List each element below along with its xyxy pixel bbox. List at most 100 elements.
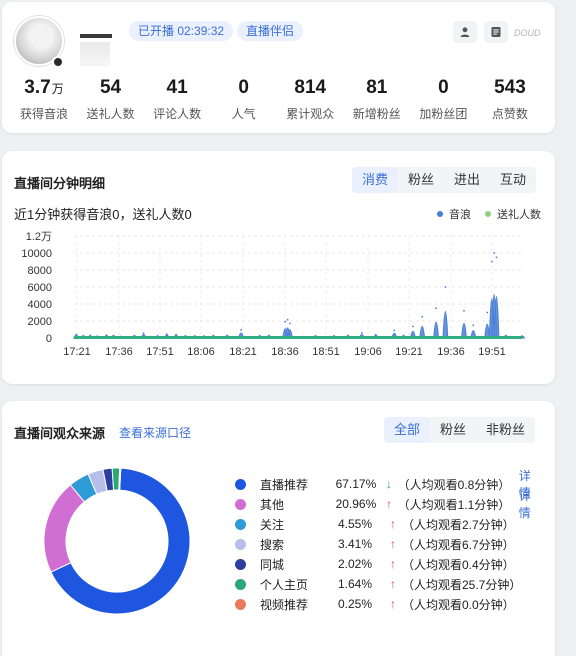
- series-yinlang-point: [75, 333, 78, 336]
- source-row[interactable]: 个人主页 1.64% ↑ （人均观看25.7分钟）: [232, 574, 542, 594]
- stat-label: 点赞数: [491, 107, 528, 121]
- source-color-dot: [235, 598, 246, 610]
- series-yinlang-point: [444, 286, 447, 288]
- source-name: 个人主页: [260, 577, 309, 592]
- stat-number: 0: [438, 77, 449, 98]
- source-tab[interactable]: 非粉丝: [476, 417, 535, 443]
- live-stats-row: 3.7万 获得音浪 54 送礼人数 41 评论人数 0 人气 814 累计观众 81 新增粉丝 0 加粉丝…: [12, 76, 542, 122]
- series-yinlang-point: [374, 333, 377, 336]
- source-color-dot: [235, 558, 246, 570]
- legend-item[interactable]: 音浪: [437, 206, 471, 222]
- series-yinlang-point: [493, 252, 495, 254]
- x-tick-label: 17:36: [105, 346, 133, 358]
- audience-source-list: 直播推荐 67.17% ↓ （人均观看0.8分钟） 详情 其他 20.96% ↑ （人均观看1.…: [232, 469, 542, 614]
- source-name: 同城: [260, 557, 285, 572]
- series-yinlang-point: [490, 260, 493, 263]
- arrow-up-icon: ↑: [390, 597, 396, 611]
- series-yinlang-point: [472, 324, 475, 327]
- x-tick-label: 18:51: [312, 346, 340, 358]
- stat-unit: 万: [51, 82, 64, 96]
- stat-item: 41 评论人数: [145, 76, 209, 122]
- source-name: 其他: [260, 497, 285, 512]
- y-tick-label: 8000: [28, 265, 52, 277]
- audience-source-title: 直播间观众来源: [14, 426, 106, 441]
- douyin-logo-icon[interactable]: DOUD: [514, 21, 542, 43]
- stat-number: 41: [166, 77, 188, 98]
- series-yinlang-point: [412, 325, 414, 328]
- source-percent: 3.41%: [338, 537, 373, 551]
- stat-number: 81: [366, 77, 388, 98]
- series-yinlang-point: [240, 329, 243, 331]
- y-tick-label: 10000: [21, 248, 52, 260]
- legend-dot: [437, 211, 443, 217]
- stat-label: 累计观众: [286, 107, 335, 121]
- source-avg-watch: （人均观看0.0分钟）: [402, 597, 515, 612]
- legend-label: 音浪: [449, 209, 471, 221]
- minute-tab[interactable]: 粉丝: [398, 167, 444, 193]
- stat-number: 54: [99, 77, 122, 98]
- source-row[interactable]: 其他 20.96% ↑ （人均观看1.1分钟） 详情: [232, 489, 542, 520]
- source-tab[interactable]: 粉丝: [430, 417, 476, 443]
- minute-tab[interactable]: 消费: [352, 167, 399, 193]
- series-yinlang-area: [73, 294, 526, 339]
- source-name: 搜索: [260, 537, 285, 552]
- arrow-up-icon: ↑: [385, 497, 392, 511]
- y-tick-label: 0: [46, 333, 52, 345]
- stat-number: 814: [294, 77, 327, 98]
- stat-label: 新增粉丝: [352, 107, 401, 121]
- series-yinlang-point: [142, 332, 145, 335]
- stat-number: 543: [494, 77, 526, 98]
- arrow-up-icon: ↑: [390, 537, 396, 551]
- source-percent: 0.25%: [338, 597, 373, 611]
- audience-source-donut: [43, 467, 191, 615]
- x-tick-label: 19:21: [395, 346, 423, 358]
- minute-tab[interactable]: 进出: [444, 167, 490, 193]
- source-color-dot: [235, 518, 246, 530]
- y-tick-label: 1.2万: [26, 231, 52, 243]
- stat-value: 814: [278, 76, 342, 100]
- source-name: 关注: [260, 517, 285, 532]
- live-partner-badge: 直播伴侣: [237, 21, 304, 41]
- source-tab[interactable]: 全部: [384, 417, 431, 443]
- source-row[interactable]: 关注 4.55% ↑ （人均观看2.7分钟）: [232, 514, 542, 534]
- source-row[interactable]: 同城 2.02% ↑ （人均观看0.4分钟）: [232, 554, 542, 574]
- source-avg-watch: （人均观看25.7分钟）: [402, 577, 522, 592]
- source-color-dot: [235, 578, 246, 590]
- source-row[interactable]: 视频推荐 0.25% ↑ （人均观看0.0分钟）: [232, 594, 542, 614]
- douyin-logo-text: DOUD: [514, 28, 541, 38]
- stat-value: 81: [345, 76, 409, 100]
- x-tick-label: 18:06: [187, 346, 215, 358]
- audience-source-card: 直播间观众来源 查看来源口径 全部 粉丝 非粉丝 直播推荐 67.17% ↓ （人均观看0…: [2, 401, 555, 656]
- stat-number: 0: [238, 77, 249, 98]
- stat-item: 54 送礼人数: [79, 76, 143, 122]
- series-yinlang-point: [175, 333, 178, 336]
- stat-item: 0 加粉丝团: [411, 76, 475, 122]
- stat-value: 41: [145, 76, 209, 100]
- series-yinlang-point: [393, 329, 396, 332]
- donut-slice[interactable]: [43, 484, 86, 573]
- source-row[interactable]: 直播推荐 67.17% ↓ （人均观看0.8分钟） 详情: [232, 469, 542, 500]
- user-icon[interactable]: [453, 21, 477, 43]
- stat-item: 3.7万获得音浪: [12, 76, 76, 122]
- stat-number: 3.7: [24, 77, 51, 98]
- series-yinlang-point: [421, 315, 424, 318]
- stat-item: 543 点赞数: [478, 76, 542, 122]
- stat-label: 加粉丝团: [419, 107, 468, 121]
- minute-tab[interactable]: 互动: [490, 167, 536, 193]
- minute-area-chart: 0 2000 4000 6000 8000 10000 1.2万 17:21 17:36 17:5…: [21, 231, 526, 358]
- minute-summary-text: 近1分钟获得音浪0，送礼人数0: [14, 207, 192, 222]
- x-tick-label: 17:51: [146, 346, 174, 358]
- stat-label: 获得音浪: [19, 107, 68, 121]
- source-row[interactable]: 搜索 3.41% ↑ （人均观看6.7分钟）: [232, 534, 542, 554]
- x-tick-label: 17:21: [63, 346, 91, 358]
- source-avg-watch: （人均观看2.7分钟）: [402, 517, 515, 532]
- series-yinlang-point: [435, 307, 437, 310]
- minute-detail-tabs: 消费 粉丝 进出 互动: [352, 167, 537, 193]
- document-icon[interactable]: [484, 21, 508, 43]
- arrow-up-icon: ↑: [390, 557, 396, 571]
- legend-dot: [485, 211, 491, 217]
- source-color-dot: [235, 478, 246, 490]
- legend-item[interactable]: 送礼人数: [485, 206, 541, 222]
- source-definition-link[interactable]: 查看来源口径: [119, 424, 191, 441]
- stat-value: 3.7万: [12, 76, 76, 100]
